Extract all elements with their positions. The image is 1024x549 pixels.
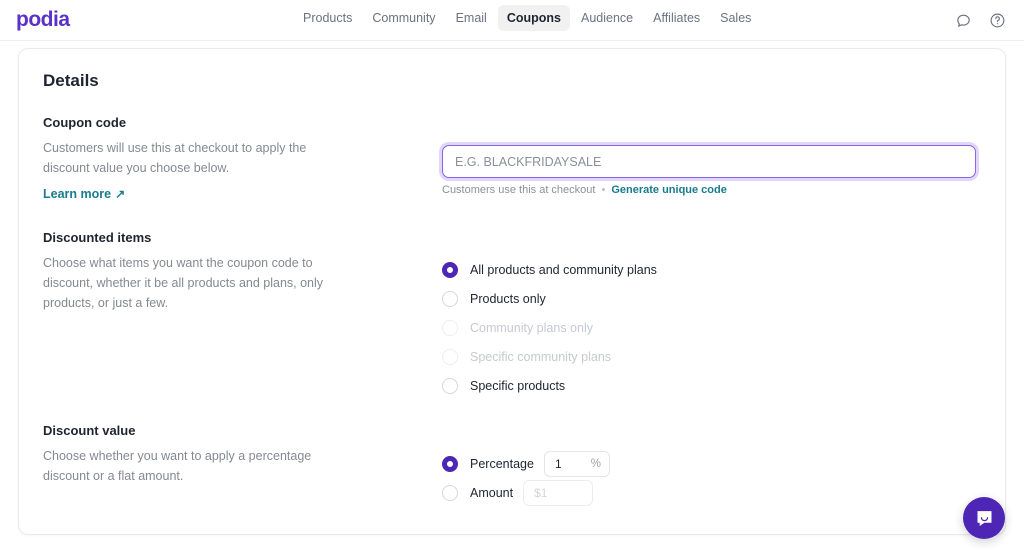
generate-unique-code-link[interactable]: Generate unique code [611,184,727,196]
chat-bubble-icon[interactable] [952,9,974,31]
coupon-code-field-group: Customers use this at checkout • Generat… [442,145,976,196]
page-title: Details [43,71,99,90]
radio-indicator[interactable] [442,485,458,501]
main-nav: Products Community Email Coupons Audienc… [294,5,760,31]
radio-indicator[interactable] [442,290,458,307]
radio-indicator[interactable] [442,455,458,472]
radio-label: Specific products [470,378,566,393]
radio-row-community-plans-only: Community plans only [442,313,657,342]
discount-value-heading: Discount value [43,423,136,438]
radio-label: Amount [470,486,514,500]
nav-item-audience[interactable]: Audience [572,5,642,31]
nav-item-affiliates[interactable]: Affiliates [644,5,709,31]
help-circle-icon[interactable] [986,9,1008,31]
radio-indicator[interactable] [442,261,458,278]
nav-item-community[interactable]: Community [363,5,444,31]
percentage-input-box[interactable]: % [543,450,610,477]
coupon-code-help-row: Customers use this at checkout • Generat… [442,184,976,196]
radio-row-all-products-and-community-plans[interactable]: All products and community plans [442,255,657,284]
radio-row-percentage[interactable]: Percentage % [442,449,610,478]
discounted-items-heading: Discounted items [43,230,152,245]
help-separator-dot: • [601,184,606,196]
coupon-code-description: Customers will use this at checkout to a… [43,141,307,175]
coupon-code-section-label: Coupon code Customers will use this at c… [43,115,343,203]
external-arrow-icon: ↗ [115,187,126,201]
top-navigation-bar: podia Products Community Email Coupons A… [0,0,1024,41]
radio-label: Percentage [470,456,534,471]
radio-indicator [442,348,458,365]
coupon-code-heading: Coupon code [43,115,127,130]
amount-input[interactable] [532,485,585,501]
radio-row-amount[interactable]: Amount [442,478,610,508]
discounted-items-radio-group: All products and community plans Product… [442,255,657,400]
discounted-items-description: Choose what items you want the coupon co… [43,256,324,310]
discount-value-section-label: Discount value Choose whether you want t… [43,423,343,486]
percent-suffix: % [590,457,601,470]
coupon-code-input[interactable] [442,145,976,178]
nav-item-products[interactable]: Products [294,5,361,31]
topbar-icon-group [952,9,1008,31]
nav-item-email[interactable]: Email [447,5,496,31]
radio-label: Products only [470,291,546,306]
discount-value-radio-group: Percentage % Amount [442,449,610,508]
nav-item-sales[interactable]: Sales [711,5,760,31]
radio-label: Specific community plans [470,349,612,364]
radio-indicator[interactable] [442,377,458,394]
learn-more-link[interactable]: Learn more ↗ [43,187,125,201]
discount-value-description: Choose whether you want to apply a perce… [43,449,312,483]
chat-launcher-button[interactable] [963,497,1005,539]
details-card: Details Coupon code Customers will use t… [18,48,1006,535]
radio-row-specific-products[interactable]: Specific products [442,371,657,400]
nav-item-coupons[interactable]: Coupons [497,5,570,31]
amount-input-box[interactable] [523,480,594,506]
radio-row-specific-community-plans: Specific community plans [442,342,657,371]
radio-row-products-only[interactable]: Products only [442,284,657,313]
podia-logo[interactable]: podia [16,8,70,32]
radio-label: Community plans only [470,320,593,335]
radio-indicator [442,319,458,336]
coupon-code-help-text: Customers use this at checkout [442,184,596,196]
page-body: Details Coupon code Customers will use t… [0,41,1024,549]
percentage-input[interactable] [552,455,585,472]
chat-smile-icon [977,510,991,526]
discounted-items-section-label: Discounted items Choose what items you w… [43,230,343,313]
learn-more-label: Learn more [43,187,112,201]
radio-label: All products and community plans [470,262,657,277]
